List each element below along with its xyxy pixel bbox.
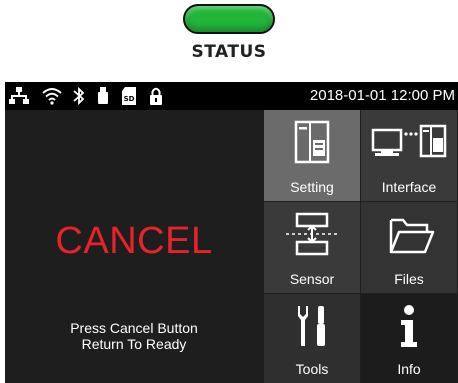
menu-interface[interactable]: Interface [361,110,457,201]
message-panel: CANCEL Press Cancel Button Return To Rea… [5,110,263,383]
cancel-hint: Press Cancel Button Return To Ready [5,320,263,352]
menu-sensor[interactable]: Sensor [264,202,360,293]
sd-card-icon: SD [122,87,136,105]
menu-files-label: Files [394,271,424,287]
setting-icon [294,120,330,164]
menu-files[interactable]: Files [361,202,457,293]
usb-icon [98,87,108,104]
cancel-message: CANCEL [55,220,213,262]
hint-line-1: Press Cancel Button [70,320,198,336]
menu-info-label: Info [397,361,421,377]
wifi-icon [42,88,62,105]
network-icon [9,87,29,104]
status-bar: SD 2018-01-01 12:00 PM [5,82,458,110]
menu-info[interactable]: Info [361,294,457,383]
bluetooth-icon [73,86,85,106]
menu-interface-label: Interface [381,179,437,195]
menu-tools-label: Tools [295,361,329,377]
menu-tools[interactable]: Tools [264,294,360,383]
tools-icon [298,306,325,346]
status-led [183,4,275,34]
interface-icon [371,124,447,158]
svg-text:SD: SD [124,95,135,103]
hint-line-2: Return To Ready [81,336,187,352]
menu-setting[interactable]: Setting [264,110,360,201]
lock-icon [150,87,162,105]
info-icon [401,305,417,347]
folder-icon [389,218,435,254]
status-label: STATUS [191,42,267,62]
menu-sensor-label: Sensor [289,271,335,287]
device-screen: SD 2018-01-01 12:00 PM CANCEL Press Canc… [5,82,458,383]
datetime: 2018-01-01 12:00 PM [309,87,455,104]
menu-setting-label: Setting [290,179,334,195]
sensor-icon [286,212,338,256]
